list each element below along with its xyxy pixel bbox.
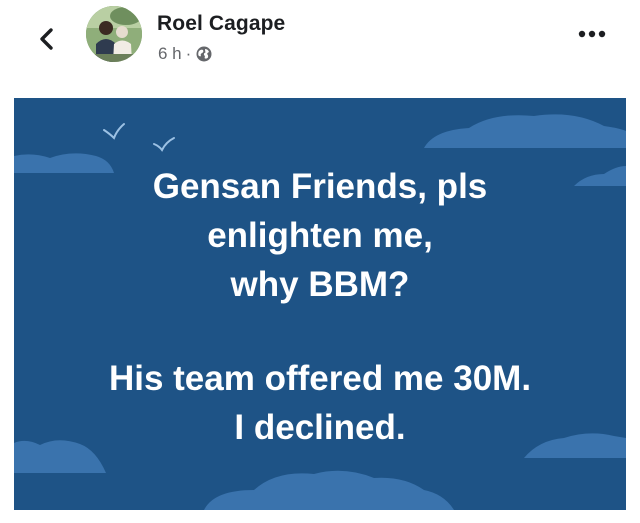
chevron-left-icon <box>40 28 53 50</box>
post-timestamp[interactable]: 6 h <box>158 44 182 64</box>
post-text-line: enlighten me, <box>207 216 433 255</box>
post-page: Roel Cagape 6 h · Gensan Friends, pls en… <box>0 0 640 523</box>
author-name[interactable]: Roel Cagape <box>157 12 285 36</box>
more-dots-icon <box>578 30 606 38</box>
avatar-photo <box>86 6 142 62</box>
meta-separator: · <box>185 44 192 63</box>
post-meta: 6 h · <box>158 44 212 64</box>
more-options-button[interactable] <box>572 22 612 46</box>
post-header: Roel Cagape 6 h · <box>0 0 640 98</box>
post-background-card: Gensan Friends, pls enlighten me, why BB… <box>14 98 626 510</box>
post-text-line: I declined. <box>234 408 406 447</box>
avatar[interactable] <box>86 6 142 62</box>
post-text-line: why BBM? <box>230 265 410 304</box>
post-text-line: Gensan Friends, pls <box>152 167 488 206</box>
post-text-line: His team offered me 30M. <box>108 359 532 398</box>
back-button[interactable] <box>30 22 64 56</box>
globe-icon <box>196 46 212 62</box>
